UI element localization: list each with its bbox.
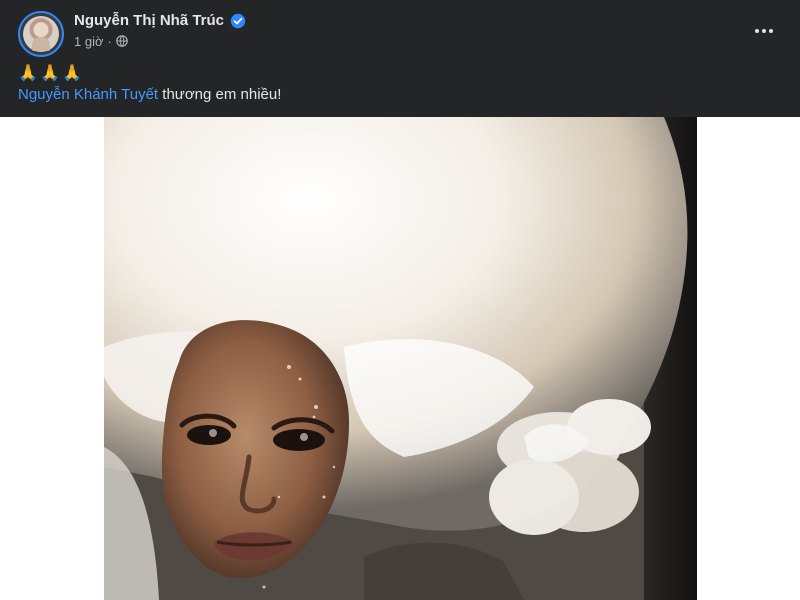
folded-hands-emoji: 🙏 [18, 65, 38, 82]
author-row: Nguyễn Thị Nhã Trúc [74, 11, 246, 31]
post-photo[interactable] [104, 117, 697, 600]
author-avatar[interactable] [18, 11, 64, 57]
message-text: thương em nhiều! [158, 86, 282, 103]
facebook-post: Nguyễn Thị Nhã Trúc 1 giờ · 🙏 🙏 🙏 Nguyễn… [0, 0, 800, 600]
avatar-figure [32, 37, 50, 51]
post-meta: 1 giờ · [74, 33, 128, 49]
post-timestamp[interactable]: 1 giờ [74, 34, 104, 49]
post-message: Nguyễn Khánh Tuyết thương em nhiều! [18, 85, 281, 105]
author-name[interactable]: Nguyễn Thị Nhã Trúc [74, 11, 224, 31]
meta-separator: · [107, 33, 112, 49]
verified-badge-icon [230, 13, 246, 29]
folded-hands-emoji: 🙏 [62, 65, 82, 82]
post-media [0, 117, 800, 600]
mention-link[interactable]: Nguyễn Khánh Tuyết [18, 86, 158, 103]
folded-hands-emoji: 🙏 [40, 65, 60, 82]
post-header: Nguyễn Thị Nhã Trúc 1 giờ · 🙏 🙏 🙏 Nguyễn… [0, 0, 800, 117]
more-options-button[interactable] [746, 17, 782, 45]
globe-icon[interactable] [116, 35, 128, 47]
more-options-icon [755, 29, 773, 33]
emoji-line: 🙏 🙏 🙏 [18, 63, 82, 83]
